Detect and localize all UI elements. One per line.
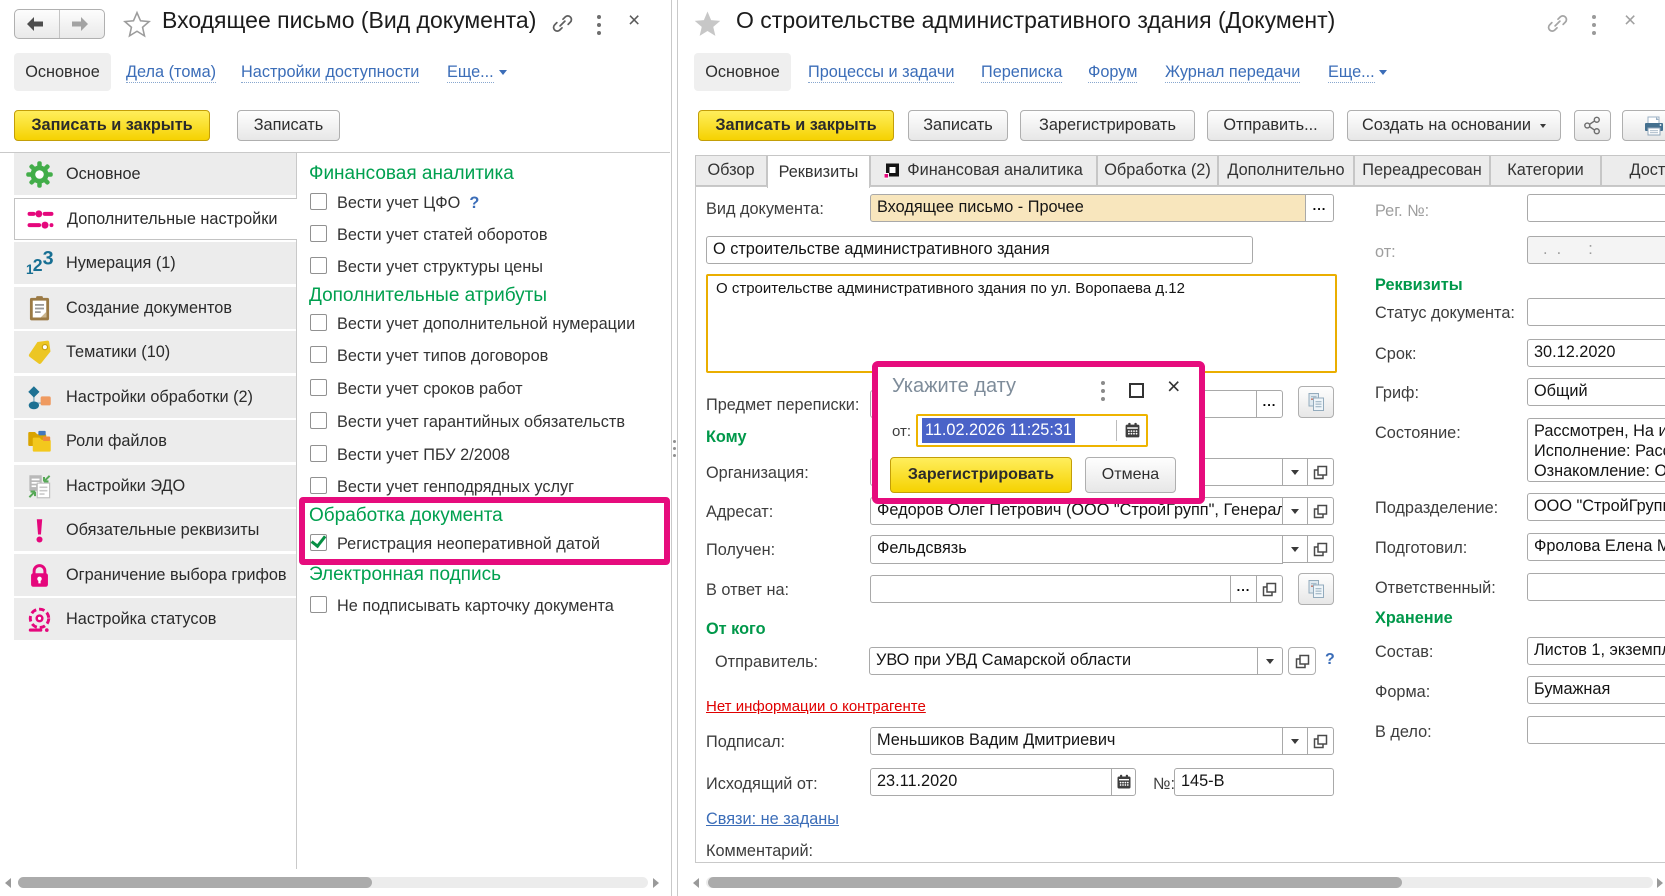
svg-text:3: 3 — [43, 250, 53, 270]
svg-text:2: 2 — [33, 254, 43, 274]
